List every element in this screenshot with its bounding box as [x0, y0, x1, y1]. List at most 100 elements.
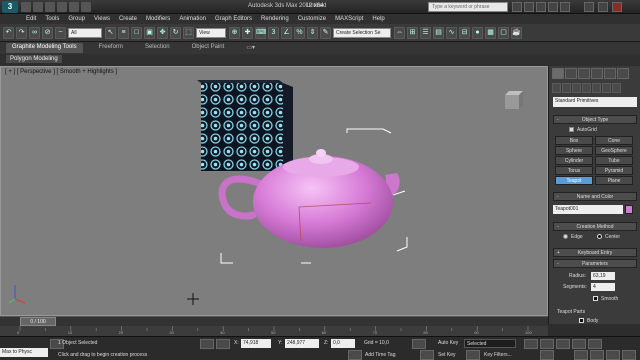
- menu-help[interactable]: Help: [372, 16, 384, 22]
- orbit-icon[interactable]: [606, 350, 620, 360]
- undo-icon[interactable]: [57, 1, 67, 12]
- pyramid-button[interactable]: Pyramid: [595, 166, 633, 175]
- app-logo[interactable]: 3: [2, 0, 18, 13]
- cone-button[interactable]: Cone: [595, 136, 633, 145]
- window-crossing-icon[interactable]: ▣: [144, 26, 155, 39]
- name-and-color-rollout[interactable]: - Name and Color: [553, 192, 637, 201]
- time-slider[interactable]: 0 / 100: [20, 317, 56, 326]
- snaps-toggle-icon[interactable]: 3: [268, 26, 279, 39]
- select-scale-icon[interactable]: ⬚: [183, 26, 194, 39]
- perspective-viewport[interactable]: [ + ] [ Perspective ] [ Smooth + Highlig…: [0, 66, 548, 316]
- percent-snap-icon[interactable]: %: [294, 26, 305, 39]
- y-coordinate-field[interactable]: 248,977: [285, 339, 319, 348]
- menu-maxscript[interactable]: MAXScript: [335, 16, 363, 22]
- layer-manager-icon[interactable]: ☰: [420, 26, 431, 39]
- radius-spinner[interactable]: 63,19: [591, 272, 615, 280]
- select-move-icon[interactable]: ✥: [157, 26, 168, 39]
- cameras-icon[interactable]: [582, 83, 591, 93]
- maximize-icon[interactable]: [598, 2, 608, 12]
- graphite-toggle-icon[interactable]: ▤: [433, 26, 444, 39]
- goto-start-icon[interactable]: [524, 339, 538, 349]
- geometry-icon[interactable]: [552, 83, 561, 93]
- set-key-icon[interactable]: [420, 350, 434, 360]
- help-icon[interactable]: [560, 2, 570, 12]
- redo-button[interactable]: ↷: [16, 26, 27, 39]
- plane-button[interactable]: Plane: [595, 176, 633, 185]
- unlink-icon[interactable]: ⊘: [42, 26, 53, 39]
- utilities-tab-icon[interactable]: [617, 68, 629, 79]
- create-tab-icon[interactable]: [552, 68, 564, 79]
- communication-icon[interactable]: [536, 2, 546, 12]
- material-editor-icon[interactable]: ●: [472, 26, 483, 39]
- tab-freeform[interactable]: Freeform: [93, 43, 129, 53]
- track-bar[interactable]: 0 10 20 30 40 50 60 70 80 90 100: [0, 326, 548, 336]
- menu-customize[interactable]: Customize: [298, 16, 326, 22]
- select-object-icon[interactable]: ↖: [105, 26, 116, 39]
- menu-create[interactable]: Create: [119, 16, 137, 22]
- menu-rendering[interactable]: Rendering: [261, 16, 289, 22]
- geosphere-button[interactable]: GeoSphere: [595, 146, 633, 155]
- segments-spinner[interactable]: 4: [591, 283, 615, 291]
- smooth-checkbox[interactable]: [593, 296, 598, 301]
- add-time-tag-button[interactable]: Add Time Tag: [365, 352, 395, 358]
- select-manipulate-icon[interactable]: ✚: [242, 26, 253, 39]
- menu-group[interactable]: Group: [68, 16, 85, 22]
- cylinder-button[interactable]: Cylinder: [555, 156, 593, 165]
- render-production-icon[interactable]: ☕: [511, 26, 522, 39]
- menu-modifiers[interactable]: Modifiers: [146, 16, 170, 22]
- subscription-icon[interactable]: [524, 2, 534, 12]
- tab-graphite-modeling-tools[interactable]: Graphite Modeling Tools: [6, 43, 83, 53]
- body-checkbox[interactable]: [579, 318, 584, 323]
- ribbon-options-icon[interactable]: ▭▾: [240, 43, 261, 53]
- pan-icon[interactable]: [590, 350, 604, 360]
- key-filters-button[interactable]: Key Filters...: [484, 352, 512, 358]
- save-file-icon[interactable]: [45, 1, 55, 12]
- schematic-view-icon[interactable]: ⊟: [459, 26, 470, 39]
- key-filters-icon[interactable]: [466, 350, 480, 360]
- time-configuration-icon[interactable]: [540, 350, 554, 360]
- systems-icon[interactable]: [612, 83, 621, 93]
- curve-editor-icon[interactable]: ∿: [446, 26, 457, 39]
- favorites-icon[interactable]: [548, 2, 558, 12]
- edge-radio[interactable]: [563, 234, 568, 239]
- reference-coordinate-dropdown[interactable]: View: [196, 27, 226, 38]
- tab-selection[interactable]: Selection: [139, 43, 176, 53]
- menu-tools[interactable]: Tools: [45, 16, 59, 22]
- menu-graph-editors[interactable]: Graph Editors: [215, 16, 252, 22]
- teapot-button[interactable]: Teapot: [555, 176, 593, 185]
- select-by-name-icon[interactable]: ≡: [118, 26, 129, 39]
- search-input[interactable]: Type a keyword or phrase: [428, 2, 508, 12]
- maxscript-listener[interactable]: Max to Physc: [0, 348, 48, 357]
- mirror-icon[interactable]: ⇔: [394, 26, 405, 39]
- time-tag-icon[interactable]: [348, 350, 362, 360]
- previous-frame-icon[interactable]: [540, 339, 554, 349]
- creation-method-rollout[interactable]: - Creation Method: [553, 222, 637, 231]
- maximize-viewport-icon[interactable]: [622, 350, 636, 360]
- lock-selection-icon[interactable]: [200, 339, 214, 349]
- menu-edit[interactable]: Edit: [26, 16, 36, 22]
- torus-button[interactable]: Torus: [555, 166, 593, 175]
- zoom-icon[interactable]: [574, 350, 588, 360]
- keyboard-entry-rollout[interactable]: + Keyboard Entry: [553, 248, 637, 257]
- redo-icon[interactable]: [69, 1, 79, 12]
- goto-end-icon[interactable]: [588, 339, 602, 349]
- auto-key-button[interactable]: Auto Key: [438, 340, 458, 346]
- helpers-icon[interactable]: [592, 83, 601, 93]
- polygon-modeling-panel[interactable]: Polygon Modeling: [6, 55, 62, 63]
- key-mode-dropdown[interactable]: Selected: [464, 339, 516, 348]
- motion-tab-icon[interactable]: [591, 68, 603, 79]
- rendered-frame-icon[interactable]: ▢: [498, 26, 509, 39]
- box-button[interactable]: Box: [555, 136, 593, 145]
- open-file-icon[interactable]: [33, 1, 43, 12]
- tab-object-paint[interactable]: Object Paint: [186, 43, 231, 53]
- project-folder-icon[interactable]: [81, 1, 91, 12]
- named-selection-sets-dropdown[interactable]: Create Selection Se: [333, 27, 391, 38]
- object-color-swatch[interactable]: [625, 205, 633, 214]
- center-radio[interactable]: [597, 234, 602, 239]
- render-setup-icon[interactable]: ▦: [485, 26, 496, 39]
- display-tab-icon[interactable]: [604, 68, 616, 79]
- menu-animation[interactable]: Animation: [179, 16, 206, 22]
- shapes-icon[interactable]: [562, 83, 571, 93]
- play-icon[interactable]: [556, 339, 570, 349]
- object-type-rollout[interactable]: - Object Type: [553, 115, 637, 124]
